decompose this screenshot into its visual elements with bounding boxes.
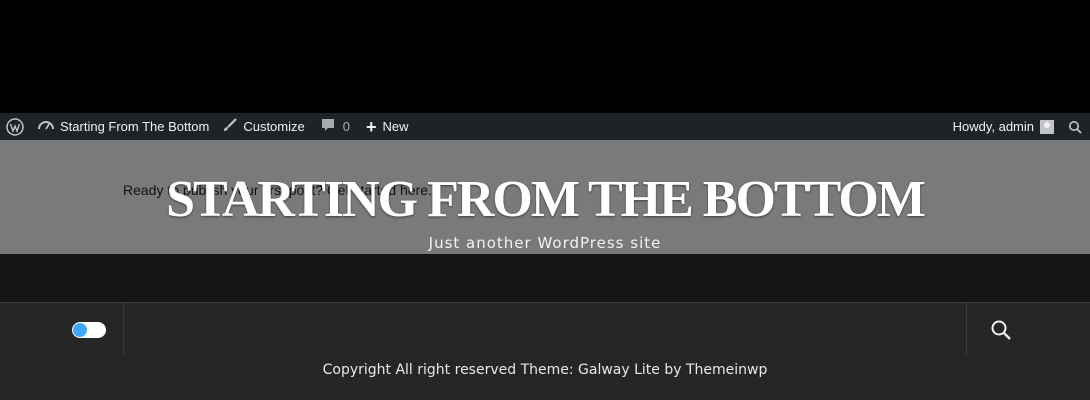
toggle-knob [73, 323, 87, 337]
new-label: New [382, 119, 409, 134]
customize-label: Customize [243, 119, 305, 134]
plus-icon: + [365, 116, 377, 137]
admin-bar-left: Starting From The Bottom Customize 0 + N… [0, 113, 409, 140]
account-menu[interactable]: Howdy, admin [953, 113, 1034, 140]
howdy-text: Howdy, admin [952, 119, 1034, 134]
site-name-link[interactable]: Starting From The Bottom [38, 113, 209, 140]
site-title[interactable]: STARTING FROM THE BOTTOM [0, 170, 1090, 229]
nav-divider [123, 303, 124, 355]
site-footer: Copyright All right reserved Theme: Galw… [0, 355, 1090, 400]
customize-link[interactable]: Customize [223, 113, 305, 140]
comments-link[interactable]: 0 [321, 113, 350, 140]
wordpress-logo-icon[interactable] [6, 117, 24, 136]
navigation-bar [0, 302, 1090, 355]
dashboard-icon [38, 118, 54, 135]
copyright-text: Copyright All right reserved Theme: Galw… [322, 362, 768, 378]
avatar[interactable] [1040, 119, 1054, 134]
nav-divider [966, 303, 967, 355]
paintbrush-icon [223, 118, 238, 135]
site-name-label: Starting From The Bottom [60, 119, 210, 134]
theme-mode-toggle[interactable] [72, 322, 106, 338]
admin-bar: Starting From The Bottom Customize 0 + N… [0, 113, 1090, 140]
search-icon[interactable] [1068, 113, 1082, 140]
search-icon[interactable] [990, 319, 1012, 341]
comments-count: 0 [342, 119, 350, 134]
admin-bar-right: Howdy, admin [953, 113, 1090, 140]
header-bottom-band [0, 254, 1090, 302]
site-tagline: Just another WordPress site [428, 234, 662, 252]
comment-icon [321, 118, 335, 135]
new-content-link[interactable]: + New [366, 113, 409, 140]
